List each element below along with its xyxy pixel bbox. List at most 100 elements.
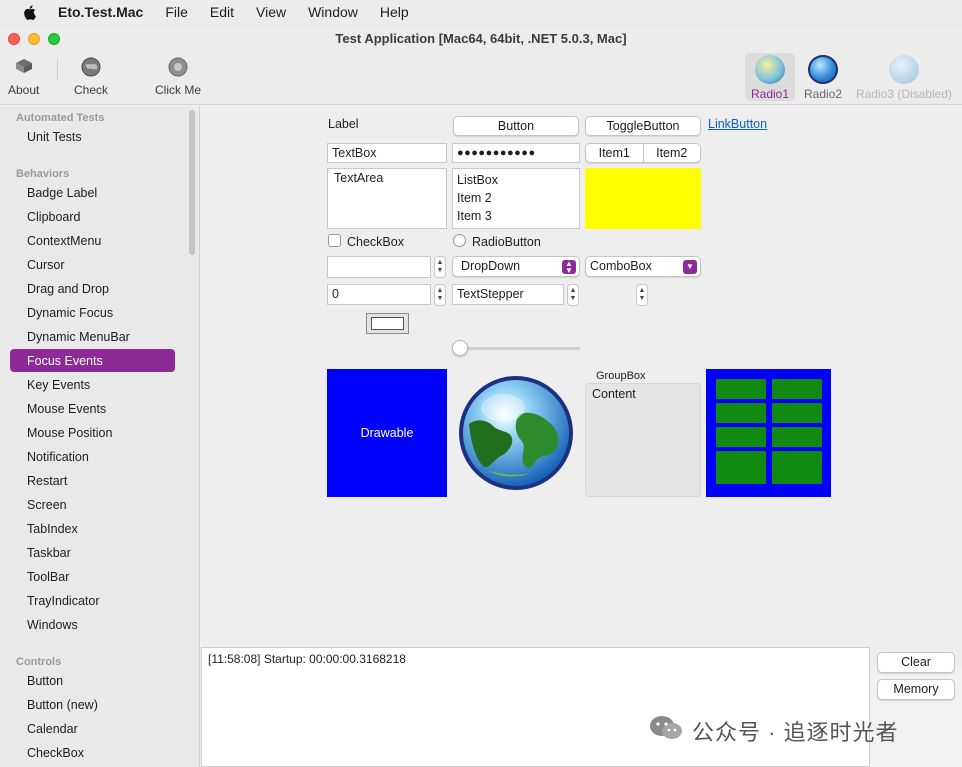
sidebar-item-notification[interactable]: Notification bbox=[27, 450, 89, 464]
button-control[interactable]: Button bbox=[453, 116, 579, 136]
groupbox-control: Content bbox=[585, 383, 701, 497]
sidebar-item-badge-label[interactable]: Badge Label bbox=[27, 186, 97, 200]
color-picker-control[interactable] bbox=[366, 313, 409, 334]
menu-app-name[interactable]: Eto.Test.Mac bbox=[58, 4, 143, 20]
sidebar-item-clipboard[interactable]: Clipboard bbox=[27, 210, 81, 224]
sidebar-item-toolbar[interactable]: ToolBar bbox=[27, 570, 69, 584]
chevron-updown-icon: ▲▼ bbox=[562, 260, 576, 274]
memory-button[interactable]: Memory bbox=[877, 679, 955, 700]
stepper-control[interactable]: ▲▼ bbox=[636, 284, 648, 306]
sidebar-item-taskbar[interactable]: Taskbar bbox=[27, 546, 71, 560]
sidebar-item-drag-and-drop[interactable]: Drag and Drop bbox=[27, 282, 109, 296]
log-output[interactable]: [11:58:08] Startup: 00:00:00.3168218 bbox=[201, 647, 870, 767]
combobox-control[interactable]: ComboBox ▼ bbox=[585, 256, 701, 277]
list-item[interactable]: Item 2 bbox=[457, 189, 575, 207]
menu-bar: Eto.Test.Mac File Edit View Window Help bbox=[0, 0, 962, 24]
sidebar-item-tabindex[interactable]: TabIndex bbox=[27, 522, 78, 536]
sidebar-item-dynamic-menubar[interactable]: Dynamic MenuBar bbox=[27, 330, 130, 344]
globe-icon bbox=[808, 55, 838, 84]
drawable-control[interactable]: Drawable bbox=[327, 369, 447, 497]
apple-icon[interactable] bbox=[20, 5, 38, 20]
table-cell bbox=[772, 451, 822, 484]
table-cell bbox=[716, 379, 766, 399]
sidebar-item-windows[interactable]: Windows bbox=[27, 618, 78, 632]
sidebar-item-contextmenu[interactable]: ContextMenu bbox=[27, 234, 101, 248]
toolbar-radio2-label: Radio2 bbox=[804, 87, 842, 101]
date-stepper[interactable]: ▲▼ bbox=[434, 256, 446, 278]
text-stepper[interactable]: ▲▼ bbox=[567, 284, 579, 306]
numeric-stepper-field[interactable]: 0 bbox=[327, 284, 431, 305]
listbox-control[interactable]: ListBox Item 2 Item 3 bbox=[452, 168, 580, 229]
sidebar-item-mouse-events[interactable]: Mouse Events bbox=[27, 402, 106, 416]
toolbar-radio3-label: Radio3 (Disabled) bbox=[856, 87, 952, 101]
sidebar-item-screen[interactable]: Screen bbox=[27, 498, 67, 512]
toolbar-radio1-label: Radio1 bbox=[751, 87, 789, 101]
slider-thumb[interactable] bbox=[452, 340, 468, 356]
sidebar-item-unit-tests[interactable]: Unit Tests bbox=[27, 130, 82, 144]
toolbar-radio2[interactable]: Radio2 bbox=[800, 53, 846, 101]
list-item[interactable]: ListBox bbox=[457, 171, 575, 189]
watermark: 公众号 · 追逐时光者 bbox=[648, 714, 899, 748]
dropdown-control[interactable]: DropDown ▲▼ bbox=[452, 256, 580, 277]
toolbar-click-me-button[interactable]: Click Me bbox=[155, 55, 201, 97]
sidebar-item-trayindicator[interactable]: TrayIndicator bbox=[27, 594, 99, 608]
window-title: Test Application [Mac64, 64bit, .NET 5.0… bbox=[0, 31, 962, 46]
toolbar-check-label: Check bbox=[74, 83, 108, 97]
sidebar-item-dynamic-focus[interactable]: Dynamic Focus bbox=[27, 306, 113, 320]
list-item[interactable]: Item 3 bbox=[457, 207, 575, 225]
sidebar-item-cursor[interactable]: Cursor bbox=[27, 258, 65, 272]
slider-track[interactable] bbox=[459, 347, 580, 350]
text-stepper-field[interactable]: TextStepper bbox=[452, 284, 564, 305]
sidebar-item-focus-events[interactable]: Focus Events bbox=[27, 354, 103, 368]
sidebar-item-calendar[interactable]: Calendar bbox=[27, 722, 78, 736]
title-bar: Test Application [Mac64, 64bit, .NET 5.0… bbox=[0, 25, 962, 105]
toolbar-click-me-label: Click Me bbox=[155, 83, 201, 97]
table-cell bbox=[772, 379, 822, 399]
toggle-button-control[interactable]: ToggleButton bbox=[585, 116, 701, 136]
eto-logo-icon bbox=[12, 55, 36, 79]
sidebar-scrollbar[interactable] bbox=[189, 110, 195, 255]
toolbar-radio3: Radio3 (Disabled) bbox=[852, 53, 956, 101]
chevron-down-icon[interactable]: ▼ bbox=[683, 260, 697, 274]
sidebar-item-restart[interactable]: Restart bbox=[27, 474, 67, 488]
menu-help[interactable]: Help bbox=[380, 4, 409, 20]
combobox-value: ComboBox bbox=[590, 259, 652, 273]
sidebar-item-key-events[interactable]: Key Events bbox=[27, 378, 90, 392]
radiobutton-label[interactable]: RadioButton bbox=[472, 235, 541, 249]
sidebar-item-mouse-position[interactable]: Mouse Position bbox=[27, 426, 112, 440]
checkbox-box[interactable] bbox=[328, 234, 341, 247]
numeric-stepper[interactable]: ▲▼ bbox=[434, 284, 446, 306]
clear-button[interactable]: Clear bbox=[877, 652, 955, 673]
toolbar-radio1[interactable]: Radio1 bbox=[745, 53, 795, 101]
link-button-control[interactable]: LinkButton bbox=[708, 117, 767, 131]
checkbox-label[interactable]: CheckBox bbox=[347, 235, 404, 249]
toolbar-about-button[interactable]: About bbox=[8, 55, 39, 97]
date-picker-field[interactable] bbox=[327, 256, 431, 278]
menu-file[interactable]: File bbox=[165, 4, 188, 20]
sidebar-item-button[interactable]: Button bbox=[27, 674, 63, 688]
app-window: Test Application [Mac64, 64bit, .NET 5.0… bbox=[0, 25, 962, 767]
toolbar-about-label: About bbox=[8, 83, 39, 97]
toolbar-separator bbox=[57, 59, 58, 81]
menu-view[interactable]: View bbox=[256, 4, 286, 20]
segment-item2[interactable]: Item2 bbox=[644, 144, 701, 162]
table-cell bbox=[772, 427, 822, 447]
menu-window[interactable]: Window bbox=[308, 4, 358, 20]
segment-item1[interactable]: Item1 bbox=[586, 144, 644, 162]
sidebar: Automated Tests Unit Tests Behaviors Bad… bbox=[0, 106, 200, 767]
globe-icon bbox=[889, 55, 919, 84]
textarea-control[interactable]: TextArea bbox=[327, 168, 447, 229]
sidebar-item-button-new[interactable]: Button (new) bbox=[27, 698, 98, 712]
sidebar-section-automated-tests: Automated Tests bbox=[16, 112, 104, 124]
toolbar-check-button[interactable]: Check bbox=[74, 55, 108, 97]
sidebar-item-checkbox[interactable]: CheckBox bbox=[27, 746, 84, 760]
watermark-text: 公众号 · 追逐时光者 bbox=[692, 715, 899, 747]
password-control[interactable]: ●●●●●●●●●●● bbox=[452, 143, 580, 163]
textbox-control[interactable]: TextBox bbox=[327, 143, 447, 163]
menu-edit[interactable]: Edit bbox=[210, 4, 234, 20]
radiobutton-circle[interactable] bbox=[453, 234, 466, 247]
globe-image bbox=[457, 374, 575, 492]
globe-check-icon bbox=[79, 55, 103, 79]
yellow-panel bbox=[585, 168, 701, 229]
segmented-control: Item1 Item2 bbox=[585, 143, 701, 163]
